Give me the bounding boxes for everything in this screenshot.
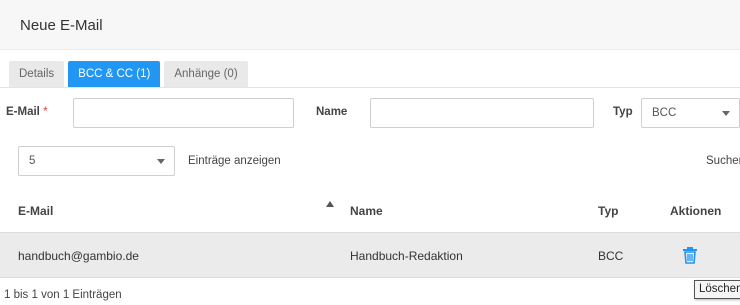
tab-divider — [0, 87, 740, 88]
required-mark: * — [43, 106, 48, 118]
tab-bar: Details BCC & CC (1) Anhänge (0) — [9, 61, 248, 87]
name-input[interactable] — [370, 98, 594, 128]
name-label: Name — [316, 106, 348, 118]
chevron-down-icon — [157, 159, 165, 164]
table-row[interactable]: handbuch@gambio.de Handbuch-Redaktion BC… — [0, 233, 740, 278]
page-size-suffix: Einträge anzeigen — [188, 155, 281, 167]
chevron-down-icon — [722, 111, 730, 116]
column-header-type[interactable]: Typ — [598, 204, 618, 218]
cell-type: BCC — [598, 249, 624, 263]
tab-bcc-cc[interactable]: BCC & CC (1) — [68, 61, 161, 87]
column-header-email[interactable]: E-Mail — [18, 204, 53, 218]
column-header-name[interactable]: Name — [350, 204, 383, 218]
type-select[interactable]: BCC — [641, 98, 740, 128]
email-label: E-Mail * — [6, 106, 48, 118]
type-label: Typ — [613, 106, 633, 118]
dialog-title: Neue E-Mail — [20, 17, 103, 34]
tab-attachments[interactable]: Anhänge (0) — [164, 61, 248, 87]
page-size-select[interactable]: 5 — [18, 146, 175, 176]
email-input[interactable] — [73, 98, 294, 128]
page-size-value: 5 — [29, 155, 36, 167]
cell-name: Handbuch-Redaktion — [350, 249, 463, 263]
table-info: 1 bis 1 von 1 Einträgen — [4, 289, 122, 301]
type-select-value: BCC — [652, 107, 677, 119]
tab-details[interactable]: Details — [9, 61, 65, 87]
sort-ascending-icon[interactable] — [326, 201, 334, 207]
cell-email: handbuch@gambio.de — [18, 249, 139, 263]
search-label: Suchen — [706, 155, 740, 167]
delete-tooltip: Löschen — [694, 280, 740, 299]
email-label-text: E-Mail — [6, 106, 40, 118]
trash-icon[interactable] — [682, 246, 698, 264]
dialog-header: Neue E-Mail — [0, 0, 740, 50]
column-header-actions: Aktionen — [670, 204, 722, 218]
